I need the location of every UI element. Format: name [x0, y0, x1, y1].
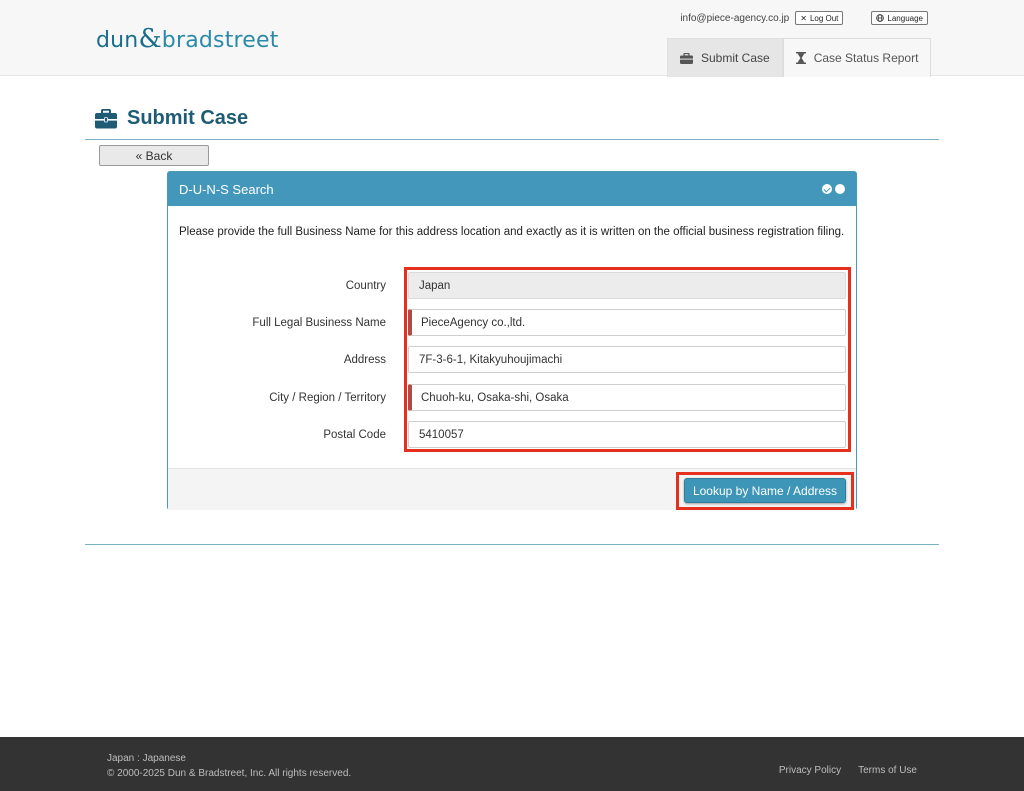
- tab-case-status-label: Case Status Report: [813, 51, 919, 65]
- page-title: Submit Case: [127, 107, 249, 129]
- globe-icon: [876, 14, 885, 22]
- logo-part-dun: dun: [96, 28, 139, 53]
- step-complete-icon: [822, 184, 832, 194]
- terms-of-use-link[interactable]: Terms of Use: [858, 765, 917, 776]
- address-label: Address: [343, 354, 386, 366]
- form-row-country: Country Japan: [168, 272, 856, 302]
- briefcase-icon: [95, 108, 117, 128]
- hourglass-icon: [795, 52, 806, 64]
- site-footer: Japan : Japanese © 2000-2025 Dun & Brads…: [0, 737, 1024, 791]
- city-input[interactable]: Chuoh-ku, Osaka-shi, Osaka: [408, 384, 846, 411]
- tab-submit-case[interactable]: Submit Case: [667, 38, 783, 77]
- close-icon: ✕: [800, 13, 807, 23]
- postal-code-input[interactable]: 5410057: [408, 421, 846, 448]
- site-header: dun&bradstreet info@piece-agency.co.jp ✕…: [0, 0, 1024, 77]
- panel-footer: Lookup by Name / Address: [168, 468, 856, 510]
- form-row-business-name: Full Legal Business Name PieceAgency co.…: [168, 309, 856, 339]
- duns-search-panel: D-U-N-S Search Please provide the full B…: [167, 171, 857, 510]
- back-button[interactable]: « Back: [99, 145, 209, 166]
- user-bar: info@piece-agency.co.jp ✕ Log Out Langua…: [680, 11, 928, 25]
- country-label: Country: [345, 280, 386, 292]
- business-name-input[interactable]: PieceAgency co.,ltd.: [408, 309, 846, 336]
- form-row-address: Address 7F-3-6-1, Kitakyuhoujimachi: [168, 346, 856, 376]
- language-button[interactable]: Language: [871, 11, 928, 25]
- logo-ampersand: &: [138, 24, 162, 54]
- form-row-postal-code: Postal Code 5410057: [168, 421, 856, 451]
- footer-locale: Japan : Japanese: [107, 753, 186, 764]
- footer-links: Privacy Policy Terms of Use: [779, 765, 917, 776]
- tab-case-status-report[interactable]: Case Status Report: [782, 38, 932, 77]
- step-current-icon: [835, 184, 845, 194]
- postal-code-label: Postal Code: [323, 429, 386, 441]
- logout-button[interactable]: ✕ Log Out: [795, 11, 844, 25]
- tab-submit-case-label: Submit Case: [701, 51, 770, 65]
- page-title-block: Submit Case: [95, 107, 248, 130]
- country-field: Japan: [408, 272, 846, 299]
- address-input[interactable]: 7F-3-6-1, Kitakyuhoujimachi: [408, 346, 846, 373]
- instructions-text: Please provide the full Business Name fo…: [179, 226, 845, 238]
- logo-part-bradstreet: bradstreet: [161, 28, 279, 53]
- user-email: info@piece-agency.co.jp: [680, 12, 790, 24]
- panel-header: D-U-N-S Search: [168, 172, 856, 206]
- city-label: City / Region / Territory: [269, 392, 386, 404]
- lookup-button[interactable]: Lookup by Name / Address: [684, 478, 846, 503]
- title-divider: [85, 139, 939, 140]
- footer-info: Japan : Japanese © 2000-2025 Dun & Brads…: [107, 751, 351, 781]
- main-tabs: Submit Case Case Status Report: [667, 38, 932, 77]
- footer-copyright: © 2000-2025 Dun & Bradstreet, Inc. All r…: [107, 768, 352, 779]
- step-indicator: [822, 184, 845, 194]
- business-name-label: Full Legal Business Name: [252, 317, 386, 329]
- content-divider: [85, 544, 939, 545]
- panel-title: D-U-N-S Search: [179, 181, 274, 197]
- logout-label: Log Out: [809, 13, 839, 23]
- privacy-policy-link[interactable]: Privacy Policy: [779, 765, 841, 776]
- form-row-city: City / Region / Territory Chuoh-ku, Osak…: [168, 384, 856, 414]
- briefcase-icon: [680, 52, 693, 64]
- language-label: Language: [887, 13, 923, 23]
- dnb-logo[interactable]: dun&bradstreet: [96, 24, 279, 54]
